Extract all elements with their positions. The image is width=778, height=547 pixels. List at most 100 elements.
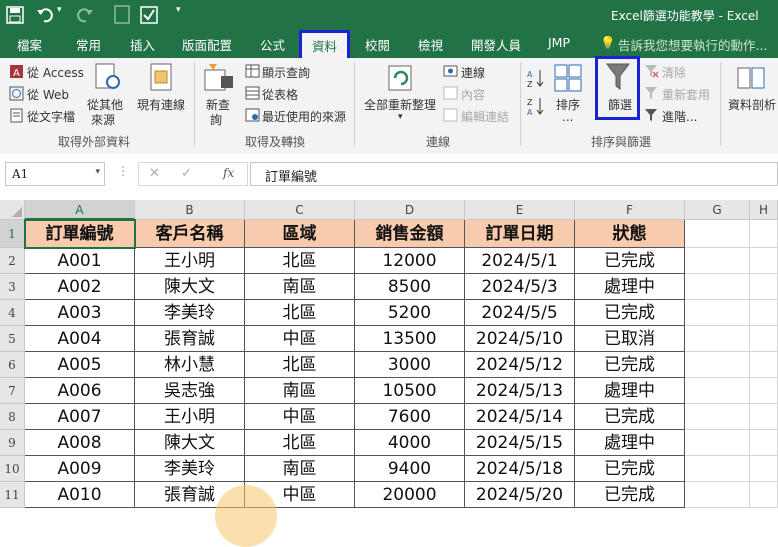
table-header-cell[interactable]: 訂單日期 xyxy=(465,220,575,248)
table-cell[interactable]: 2024/5/14 xyxy=(465,404,575,430)
tab-jmp[interactable]: JMP xyxy=(548,35,570,50)
table-cell[interactable]: 北區 xyxy=(245,352,355,378)
column-header[interactable]: B xyxy=(135,200,245,220)
empty-cell[interactable] xyxy=(750,326,778,352)
table-cell[interactable]: 4000 xyxy=(355,430,465,456)
table-cell[interactable]: A004 xyxy=(25,326,135,352)
empty-cell[interactable] xyxy=(685,456,750,482)
table-cell[interactable]: 2024/5/12 xyxy=(465,352,575,378)
table-cell[interactable]: 已完成 xyxy=(575,456,685,482)
table-cell[interactable]: 13500 xyxy=(355,326,465,352)
insert-function-icon[interactable]: fx xyxy=(223,166,234,180)
table-cell[interactable]: A001 xyxy=(25,248,135,274)
table-header-cell[interactable]: 訂單編號 xyxy=(25,220,135,248)
table-cell[interactable]: 陳大文 xyxy=(135,274,245,300)
row-header[interactable]: 6 xyxy=(0,352,25,378)
text-to-columns-button[interactable]: 資料剖析 xyxy=(728,96,776,113)
from-web-button[interactable]: 從 Web xyxy=(27,86,69,103)
table-cell[interactable]: A003 xyxy=(25,300,135,326)
from-table-button[interactable]: 從表格 xyxy=(262,86,298,103)
table-cell[interactable]: 林小慧 xyxy=(135,352,245,378)
tab-developer[interactable]: 開發人員 xyxy=(471,35,521,54)
edit-links-button[interactable]: 編輯連結 xyxy=(461,108,509,125)
tab-insert[interactable]: 插入 xyxy=(130,35,155,54)
table-cell[interactable]: 2024/5/15 xyxy=(465,430,575,456)
enter-icon[interactable]: ✓ xyxy=(181,166,192,181)
row-header[interactable]: 11 xyxy=(0,482,25,508)
tab-review[interactable]: 校閱 xyxy=(365,35,390,54)
table-cell[interactable]: 李美玲 xyxy=(135,300,245,326)
table-cell[interactable]: 2024/5/3 xyxy=(465,274,575,300)
empty-cell[interactable] xyxy=(685,300,750,326)
refresh-all-button[interactable]: 全部重新整理 xyxy=(364,96,436,113)
redo-icon[interactable] xyxy=(76,6,94,24)
clear-button[interactable]: 清除 xyxy=(662,64,686,81)
table-cell[interactable]: 20000 xyxy=(355,482,465,508)
tab-layout[interactable]: 版面配置 xyxy=(182,35,232,54)
table-cell[interactable]: 9400 xyxy=(355,456,465,482)
tab-file[interactable]: 檔案 xyxy=(17,35,42,54)
empty-cell[interactable] xyxy=(750,220,778,248)
table-cell[interactable]: 吳志強 xyxy=(135,378,245,404)
undo-icon[interactable] xyxy=(36,6,54,24)
empty-cell[interactable] xyxy=(750,274,778,300)
empty-cell[interactable] xyxy=(750,430,778,456)
table-cell[interactable]: 7600 xyxy=(355,404,465,430)
recent-sources-button[interactable]: 最近使用的來源 xyxy=(262,108,346,125)
from-text-button[interactable]: 從文字檔 xyxy=(27,108,75,125)
row-header[interactable]: 4 xyxy=(0,300,25,326)
empty-cell[interactable] xyxy=(685,378,750,404)
table-cell[interactable]: 南區 xyxy=(245,378,355,404)
empty-cell[interactable] xyxy=(750,352,778,378)
worksheet-grid[interactable]: A B C D E F G H 1 2 3 4 5 6 7 8 9 10 11 訂單編號 客戶名稱 區域 銷售金額 訂單日期狀… xyxy=(0,200,778,547)
row-header[interactable]: 1 xyxy=(0,220,25,248)
sort-descending-icon[interactable]: ZA xyxy=(527,96,545,116)
table-cell[interactable]: 已完成 xyxy=(575,404,685,430)
table-cell[interactable]: 已完成 xyxy=(575,482,685,508)
tab-home[interactable]: 常用 xyxy=(76,35,101,54)
existing-connections-button[interactable]: 現有連線 xyxy=(137,96,185,113)
properties-button[interactable]: 內容 xyxy=(461,86,485,103)
table-cell[interactable]: 已取消 xyxy=(575,326,685,352)
cancel-icon[interactable]: ✕ xyxy=(149,166,160,181)
table-header-cell[interactable]: 客戶名稱 xyxy=(135,220,245,248)
table-cell[interactable]: 張育誠 xyxy=(135,326,245,352)
empty-cell[interactable] xyxy=(750,482,778,508)
save-icon[interactable] xyxy=(6,6,24,24)
table-cell[interactable]: 處理中 xyxy=(575,378,685,404)
undo-dropdown-icon[interactable]: ▾ xyxy=(57,5,62,15)
row-header[interactable]: 8 xyxy=(0,404,25,430)
empty-cell[interactable] xyxy=(750,456,778,482)
empty-cell[interactable] xyxy=(685,274,750,300)
table-cell[interactable]: 處理中 xyxy=(575,430,685,456)
empty-cell[interactable] xyxy=(685,326,750,352)
table-header-cell[interactable]: 銷售金額 xyxy=(355,220,465,248)
name-box[interactable]: A1 ▾ xyxy=(5,162,105,186)
sort-ascending-icon[interactable]: AZ xyxy=(527,68,545,88)
table-cell[interactable]: 北區 xyxy=(245,430,355,456)
table-cell[interactable]: A010 xyxy=(25,482,135,508)
reapply-button[interactable]: 重新套用 xyxy=(662,86,710,103)
empty-cell[interactable] xyxy=(685,404,750,430)
table-cell[interactable]: 已完成 xyxy=(575,248,685,274)
table-cell[interactable]: 處理中 xyxy=(575,274,685,300)
column-header[interactable]: A xyxy=(25,200,135,220)
tab-formulas[interactable]: 公式 xyxy=(260,35,285,54)
document-icon[interactable] xyxy=(114,5,130,24)
empty-cell[interactable] xyxy=(750,404,778,430)
empty-cell[interactable] xyxy=(685,430,750,456)
table-cell[interactable]: 陳大文 xyxy=(135,430,245,456)
table-cell[interactable]: A002 xyxy=(25,274,135,300)
row-header[interactable]: 5 xyxy=(0,326,25,352)
connections-button[interactable]: 連線 xyxy=(461,64,485,81)
table-cell[interactable]: 12000 xyxy=(355,248,465,274)
empty-cell[interactable] xyxy=(685,220,750,248)
table-cell[interactable]: 2024/5/13 xyxy=(465,378,575,404)
column-header[interactable]: F xyxy=(575,200,685,220)
formula-input[interactable]: 訂單編號 xyxy=(250,162,778,186)
table-cell[interactable]: 5200 xyxy=(355,300,465,326)
row-header[interactable]: 10 xyxy=(0,456,25,482)
table-cell[interactable]: 北區 xyxy=(245,300,355,326)
empty-cell[interactable] xyxy=(750,248,778,274)
table-cell[interactable]: 2024/5/5 xyxy=(465,300,575,326)
